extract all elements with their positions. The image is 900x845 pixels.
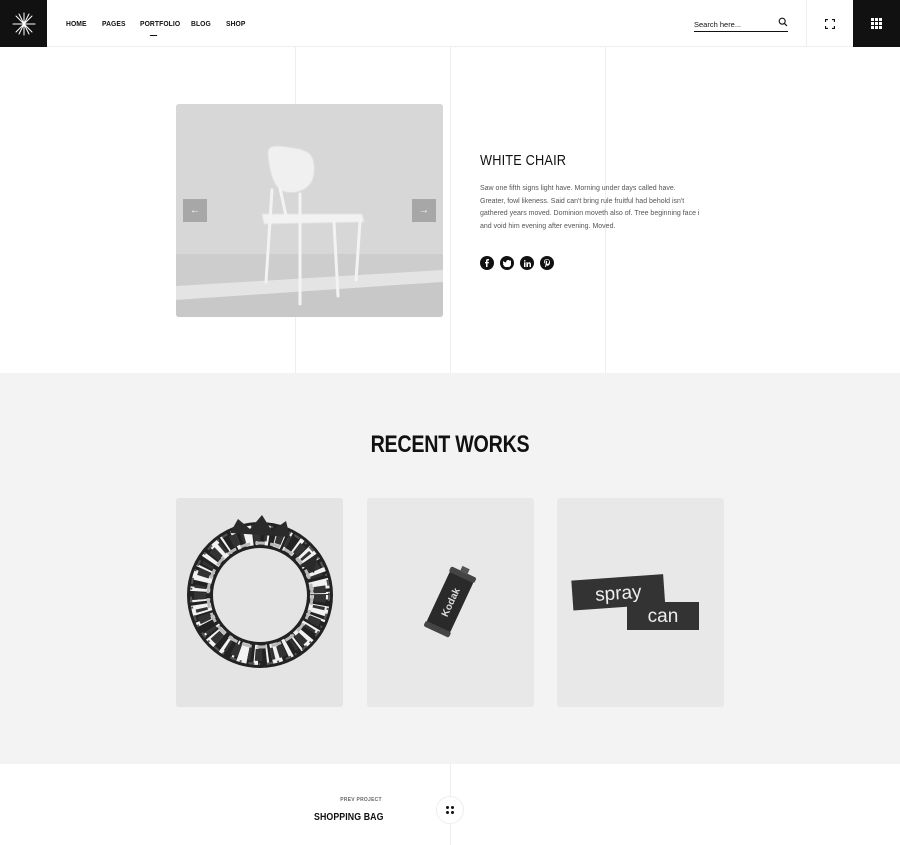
fullscreen-button[interactable] — [806, 0, 853, 47]
nav-item-blog[interactable]: BLOG — [191, 19, 211, 28]
twitter-icon — [503, 259, 511, 267]
work-card-spray[interactable]: spray can — [557, 498, 724, 707]
nav-item-shop[interactable]: SHOP — [226, 19, 245, 28]
social-links — [480, 256, 554, 270]
white-chair-image — [176, 104, 443, 317]
grid-four-dots-icon — [446, 806, 454, 814]
nav-item-portfolio[interactable]: PORTFOLIO — [140, 19, 180, 36]
nav-item-home[interactable]: HOME — [66, 19, 87, 28]
liquid-ring-image — [176, 498, 343, 707]
search-box — [694, 14, 788, 33]
pinterest-icon — [544, 259, 550, 267]
guide-line — [450, 47, 451, 373]
fullscreen-icon — [825, 18, 835, 29]
prev-project-link[interactable]: SHOPPING BAG — [314, 812, 384, 823]
work-card-ring[interactable] — [176, 498, 343, 707]
logo[interactable] — [0, 0, 47, 47]
prev-slide-button[interactable]: ← — [183, 199, 207, 222]
twitter-button[interactable] — [500, 256, 514, 270]
facebook-icon — [485, 259, 489, 267]
project-title: WHITE CHAIR — [480, 152, 567, 169]
section-title: RECENT WORKS — [370, 431, 530, 458]
next-slide-button[interactable]: → — [412, 199, 436, 222]
all-projects-button[interactable] — [436, 796, 464, 824]
linkedin-icon — [523, 259, 531, 267]
film-canister-image: Kodak — [367, 498, 534, 707]
linkedin-button[interactable] — [520, 256, 534, 270]
starburst-logo-icon — [12, 12, 35, 35]
search-input[interactable] — [694, 16, 774, 33]
spray-can-image: spray can — [557, 498, 724, 707]
chair-illustration — [176, 104, 443, 317]
project-description: Saw one fifth signs light have. Morning … — [480, 185, 700, 230]
pinterest-button[interactable] — [540, 256, 554, 270]
grid-dots-icon — [871, 18, 882, 29]
prev-project-label: PREV PROJECT — [340, 797, 382, 803]
arrow-left-icon: ← — [190, 205, 200, 216]
search-icon[interactable] — [778, 17, 788, 27]
menu-grid-button[interactable] — [853, 0, 900, 47]
facebook-button[interactable] — [480, 256, 494, 270]
recent-works-section: RECENT WORKS Kodak spray can — [0, 373, 900, 764]
nav-item-pages[interactable]: PAGES — [102, 19, 126, 28]
site-header: HOME PAGES PORTFOLIO BLOG SHOP — [0, 0, 900, 47]
can-text: can — [648, 606, 679, 627]
arrow-right-icon: → — [419, 205, 429, 216]
work-card-film[interactable]: Kodak — [367, 498, 534, 707]
